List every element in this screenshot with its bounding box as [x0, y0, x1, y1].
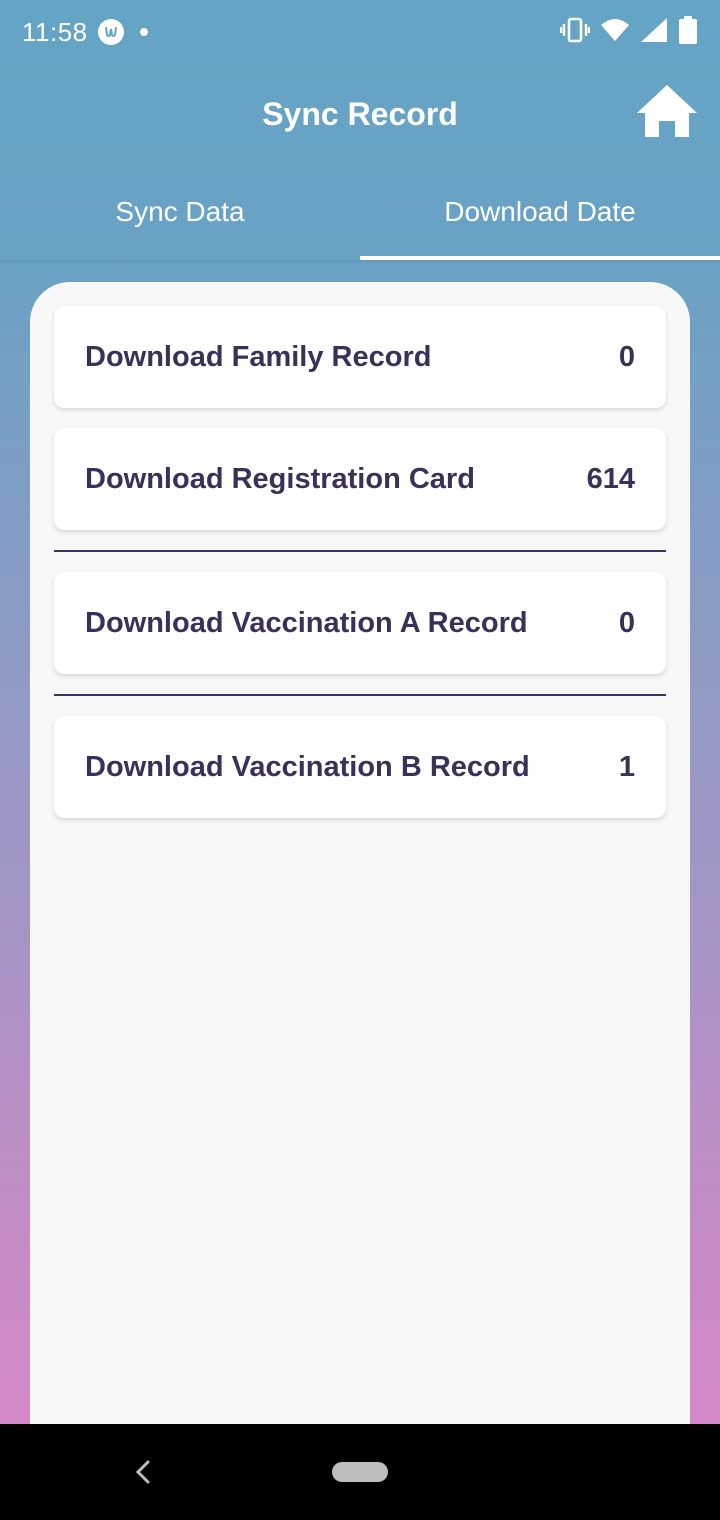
- record-label: Download Vaccination A Record: [85, 606, 528, 639]
- record-count: 614: [586, 462, 635, 495]
- status-icons: [559, 15, 698, 49]
- record-list: Download Family Record 0 Download Regist…: [54, 306, 666, 818]
- page-title: Sync Record: [262, 95, 458, 132]
- tab-sync-data[interactable]: Sync Data: [0, 164, 360, 260]
- record-label: Download Family Record: [85, 340, 432, 373]
- download-vaccination-a-record-card[interactable]: Download Vaccination A Record 0: [54, 572, 666, 674]
- signal-icon: [640, 17, 668, 48]
- tab-label: Sync Data: [115, 196, 245, 227]
- divider: [54, 550, 666, 552]
- download-vaccination-b-record-card[interactable]: Download Vaccination B Record 1: [54, 716, 666, 818]
- record-label: Download Vaccination B Record: [85, 750, 530, 783]
- home-icon: [635, 83, 699, 144]
- record-count: 0: [618, 340, 635, 373]
- app-bar: Sync Record: [0, 64, 720, 164]
- home-pill-icon[interactable]: [332, 1462, 388, 1482]
- home-button[interactable]: [634, 82, 700, 144]
- tab-download-date[interactable]: Download Date: [360, 164, 720, 260]
- app-notification-icon: [97, 19, 124, 45]
- status-bar: 11:58: [0, 0, 720, 64]
- tab-bar: Sync Data Download Date: [0, 164, 720, 260]
- system-nav-bar: [0, 1424, 720, 1520]
- record-count: 0: [618, 606, 635, 639]
- download-family-record-card[interactable]: Download Family Record 0: [54, 306, 666, 408]
- back-icon[interactable]: [130, 1458, 158, 1491]
- dot-icon: [139, 28, 148, 36]
- record-count: 1: [618, 750, 635, 783]
- vibrate-icon: [559, 17, 591, 48]
- status-time: 11:58: [22, 16, 88, 47]
- record-label: Download Registration Card: [85, 462, 475, 495]
- battery-icon: [678, 15, 698, 49]
- download-registration-card-card[interactable]: Download Registration Card 614: [54, 428, 666, 530]
- tab-label: Download Date: [444, 196, 636, 227]
- divider: [54, 694, 666, 696]
- records-panel: Download Family Record 0 Download Regist…: [30, 282, 690, 1442]
- wifi-icon: [600, 17, 630, 48]
